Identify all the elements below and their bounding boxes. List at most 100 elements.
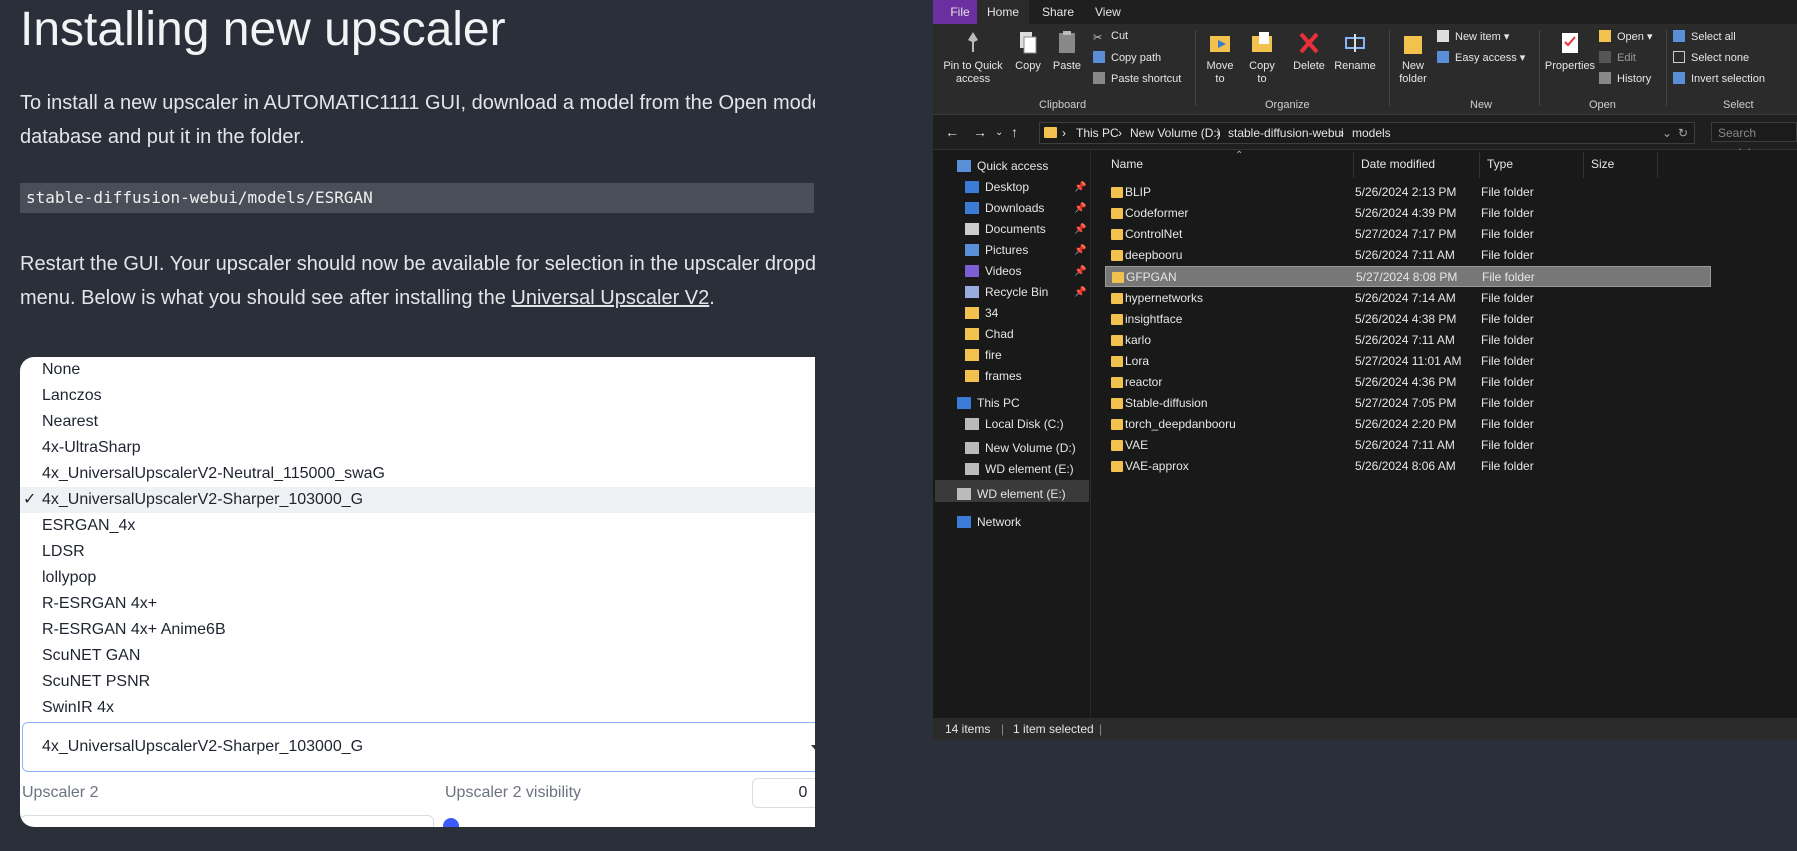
nav-this-pc[interactable]: This PC <box>957 392 1020 414</box>
breadcrumb-separator-icon: › <box>1118 126 1122 140</box>
nav-quick-access[interactable]: Quick access <box>957 155 1048 177</box>
upscaler-2-visibility-input[interactable]: 0 <box>752 778 815 808</box>
nav-folder-chad[interactable]: Chad <box>965 323 1014 345</box>
recent-locations-chevron-icon[interactable]: ⌄ <box>995 127 1003 138</box>
table-row[interactable]: ControlNet 5/27/2024 7:17 PM File folder <box>1105 224 1711 245</box>
table-row[interactable]: VAE-approx 5/26/2024 8:06 AM File folder <box>1105 456 1711 477</box>
new-item-button[interactable]: New item ▾ <box>1437 30 1509 43</box>
nav-pictures[interactable]: Pictures <box>965 239 1028 261</box>
copy-path-button[interactable]: Copy path <box>1093 51 1161 64</box>
universal-upscaler-link[interactable]: Universal Upscaler V2 <box>511 287 709 309</box>
nav-videos[interactable]: Videos <box>965 260 1021 282</box>
pin-icon <box>968 32 978 52</box>
nav-downloads[interactable]: Downloads <box>965 197 1044 219</box>
copy-button[interactable]: Copy <box>1011 30 1045 73</box>
file-type: File folder <box>1481 290 1534 305</box>
pin-to-quick-access-button[interactable]: Pin to Quick access <box>939 30 1007 86</box>
cut-button[interactable]: ✂ Cut <box>1093 30 1128 44</box>
copy-to-button[interactable]: Copy to <box>1243 30 1281 86</box>
nav-drive-1[interactable]: New Volume (D:) <box>965 437 1076 459</box>
history-button[interactable]: History <box>1599 72 1651 85</box>
upscaler-option[interactable]: ✓ 4x_UniversalUpscalerV2-Sharper_103000_G <box>20 487 815 513</box>
search-input[interactable]: Search models <box>1711 122 1797 160</box>
chevron-down-icon[interactable]: ⌄ <box>1662 123 1672 143</box>
upscaler-option[interactable]: LDSR <box>20 539 815 565</box>
breadcrumb-models[interactable]: models <box>1352 123 1391 143</box>
rename-button[interactable]: Rename <box>1332 30 1378 73</box>
upscaler-option[interactable]: ESRGAN_4x <box>20 513 815 539</box>
table-row[interactable]: BLIP 5/26/2024 2:13 PM File folder <box>1105 182 1711 203</box>
tab-home[interactable]: Home <box>977 0 1030 24</box>
upscaler-dropdown-list[interactable]: None Lanczos Nearest 4x-UltraSharp 4x_Univer… <box>20 357 815 721</box>
upscaler-option[interactable]: R-ESRGAN 4x+ <box>20 591 815 617</box>
nav-folder-frames[interactable]: frames <box>965 365 1022 387</box>
file-date: 5/26/2024 7:11 AM <box>1355 332 1455 347</box>
upscaler-option[interactable]: None <box>20 357 815 383</box>
table-row[interactable]: hypernetworks 5/26/2024 7:14 AM File folde… <box>1105 288 1711 309</box>
open-button[interactable]: Open ▾ <box>1599 30 1653 43</box>
upscaler-2-select[interactable] <box>20 815 434 827</box>
upscaler-select[interactable]: 4x_UniversalUpscalerV2-Sharper_103000_G <box>22 722 815 772</box>
refresh-icon[interactable]: ↻ <box>1678 123 1688 143</box>
nav-folder-34[interactable]: 34 <box>965 302 998 324</box>
table-row[interactable]: karlo 5/26/2024 7:11 AM File folder <box>1105 330 1711 351</box>
paste-shortcut-button[interactable]: Paste shortcut <box>1093 72 1181 85</box>
nav-desktop[interactable]: Desktop <box>965 176 1029 198</box>
tab-share[interactable]: Share <box>1032 0 1084 24</box>
column-size[interactable]: Size <box>1591 157 1614 171</box>
delete-button[interactable]: Delete <box>1289 30 1329 73</box>
paste-button[interactable]: Paste <box>1049 30 1085 73</box>
table-row[interactable]: GFPGAN 5/27/2024 8:08 PM File folder <box>1105 266 1711 288</box>
edit-button[interactable]: Edit <box>1599 51 1636 64</box>
column-type[interactable]: Type <box>1487 157 1513 171</box>
breadcrumb-new-volume[interactable]: New Volume (D:) <box>1130 123 1221 143</box>
upscaler-option[interactable]: R-ESRGAN 4x+ Anime6B <box>20 617 815 643</box>
table-row[interactable]: Codeformer 5/26/2024 4:39 PM File folder <box>1105 203 1711 224</box>
properties-button[interactable]: Properties <box>1543 30 1597 73</box>
upscaler-option[interactable]: ScuNET PSNR <box>20 669 815 695</box>
upscaler-option[interactable]: ScuNET GAN <box>20 643 815 669</box>
nav-drive-0[interactable]: Local Disk (C:) <box>965 413 1064 435</box>
back-arrow-icon[interactable]: ← <box>945 124 959 140</box>
column-name[interactable]: Name <box>1111 157 1143 171</box>
folder-34-icon <box>965 307 979 319</box>
upscaler-option[interactable]: lollypop <box>20 565 815 591</box>
upscaler-option[interactable]: 4x-UltraSharp <box>20 435 815 461</box>
table-row[interactable]: reactor 5/26/2024 4:36 PM File folder <box>1105 372 1711 393</box>
nav-folder-fire[interactable]: fire <box>965 344 1002 366</box>
folder-chad-icon <box>965 328 979 340</box>
nav-label: New Volume (D:) <box>985 441 1076 455</box>
table-row[interactable]: insightface 5/26/2024 4:38 PM File folder <box>1105 309 1711 330</box>
forward-arrow-icon[interactable]: → <box>973 124 987 140</box>
nav-network[interactable]: Network <box>957 511 1021 533</box>
nav-drive-2[interactable]: WD element (E:) <box>965 458 1074 480</box>
upscaler-option[interactable]: Lanczos <box>20 383 815 409</box>
breadcrumb-stable-diffusion-webui[interactable]: stable-diffusion-webui <box>1228 123 1344 143</box>
nav-documents[interactable]: Documents <box>965 218 1046 240</box>
table-row[interactable]: torch_deepdanbooru 5/26/2024 2:20 PM File … <box>1105 414 1711 435</box>
upscaler-option[interactable]: 4x_UniversalUpscalerV2-Neutral_115000_sw… <box>20 461 815 487</box>
file-date: 5/27/2024 7:17 PM <box>1355 227 1457 242</box>
invert-selection-button[interactable]: Invert selection <box>1673 72 1765 85</box>
visibility-slider-handle[interactable] <box>443 818 459 827</box>
edit-icon <box>1599 51 1611 63</box>
table-row[interactable]: VAE 5/26/2024 7:11 AM File folder <box>1105 435 1711 456</box>
table-row[interactable]: deepbooru 5/26/2024 7:11 AM File folder <box>1105 245 1711 266</box>
up-arrow-icon[interactable]: ↑ <box>1011 124 1018 140</box>
new-folder-button[interactable]: New folder <box>1394 30 1432 86</box>
nav-wd-element-root[interactable]: WD element (E:) <box>957 483 1066 505</box>
table-row[interactable]: Stable-diffusion 5/27/2024 7:05 PM File fo… <box>1105 393 1711 414</box>
tab-view[interactable]: View <box>1085 0 1131 24</box>
address-bar[interactable]: › This PC › New Volume (D:) › stable-dif… <box>1039 122 1695 144</box>
move-to-button[interactable]: Move to <box>1201 30 1239 86</box>
upscaler-option[interactable]: Nearest <box>20 409 815 435</box>
breadcrumb-this-pc[interactable]: This PC <box>1076 123 1119 143</box>
upscaler-option[interactable]: SwinIR 4x <box>20 695 815 721</box>
nav-recycle-bin[interactable]: Recycle Bin <box>965 281 1048 303</box>
column-date-modified[interactable]: Date modified <box>1361 157 1435 171</box>
chevron-down-icon[interactable] <box>811 745 815 752</box>
easy-access-button[interactable]: Easy access ▾ <box>1437 51 1525 64</box>
select-all-button[interactable]: Select all <box>1673 30 1736 43</box>
table-row[interactable]: Lora 5/27/2024 11:01 AM File folder <box>1105 351 1711 372</box>
select-none-button[interactable]: Select none <box>1673 51 1749 64</box>
